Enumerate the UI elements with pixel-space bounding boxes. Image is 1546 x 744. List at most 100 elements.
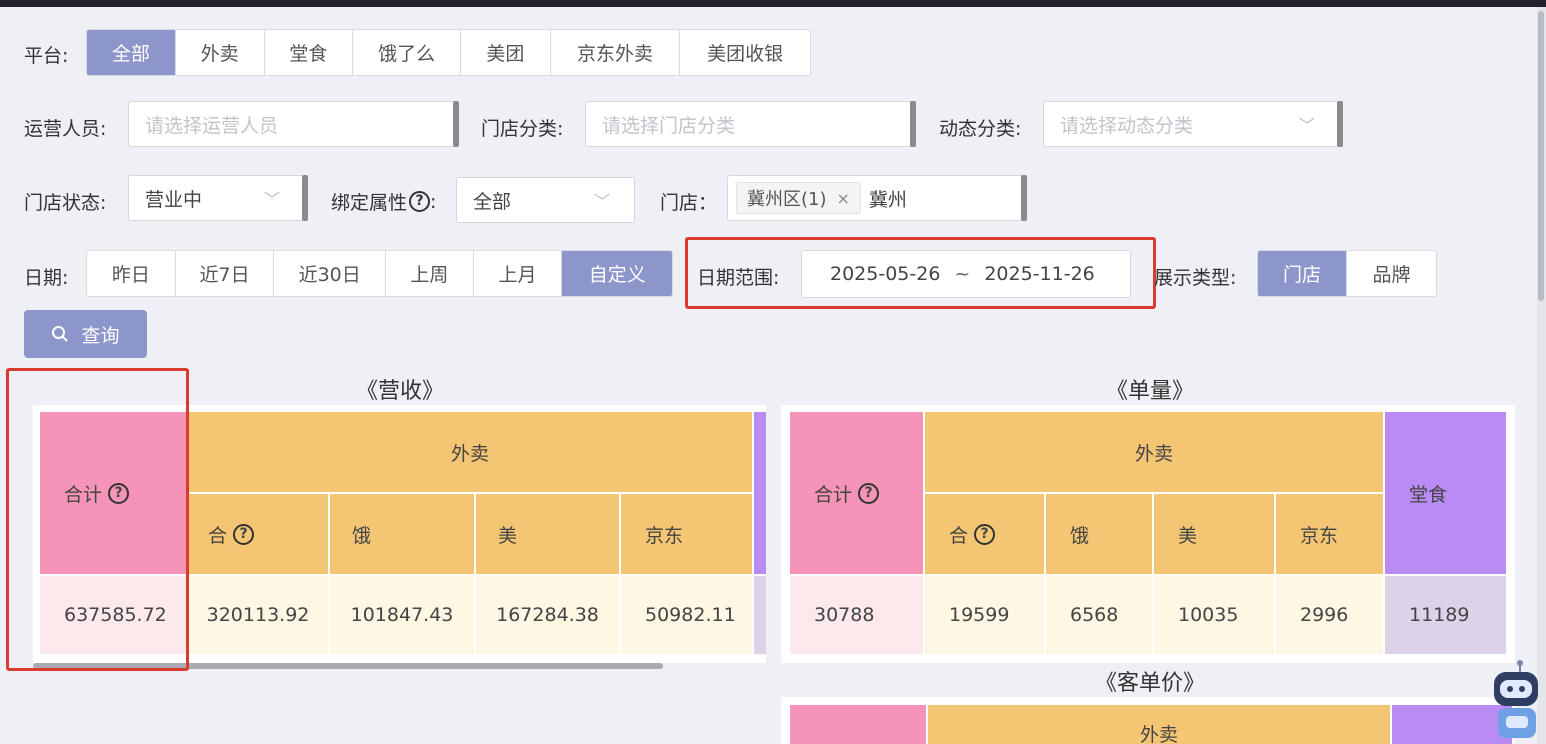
revenue-dine-header (754, 412, 766, 574)
binding-value: 全部 (473, 190, 512, 213)
avg-price-total-header (790, 705, 926, 744)
display-type-label: 展示类型: (1154, 267, 1237, 289)
binding-label-group: 绑定属性 ?: (331, 188, 436, 215)
chevron-down-icon: ﹀ (593, 192, 610, 211)
date-selector[interactable]: 昨日 近7日 近30日 上周 上月 自定义 (86, 250, 673, 297)
date-range-picker[interactable]: 2025-05-26 ~ 2025-11-26 (801, 250, 1131, 298)
robot-assistant-icon[interactable] (1484, 660, 1542, 744)
avg-price-table: 外卖 (781, 697, 1515, 744)
horizontal-scrollbar[interactable] (33, 663, 663, 669)
select-edge (453, 101, 459, 147)
platform-option-eleme[interactable]: 饿了么 (353, 30, 461, 75)
orders-value-jd: 2996 (1276, 576, 1383, 654)
revenue-value-total: 320113.92 (188, 576, 328, 654)
revenue-dine-value (754, 576, 766, 654)
chevron-down-icon: ﹀ (1298, 116, 1315, 135)
store-status-value: 营业中 (145, 188, 203, 211)
revenue-sub-header-eleme: 饿 (330, 494, 474, 574)
date-start[interactable]: 2025-05-26 (830, 263, 940, 285)
revenue-sub-header-meituan: 美 (476, 494, 619, 574)
close-icon[interactable]: × (837, 189, 850, 208)
revenue-title: 《营收》 (355, 379, 444, 404)
store-category-select[interactable]: 请选择门店分类 (585, 101, 916, 147)
operator-select[interactable]: 请选择运营人员 (128, 101, 459, 147)
revenue-total-header: 合计? (40, 412, 186, 574)
store-label: 门店： (660, 192, 718, 214)
orders-takeout-header: 外卖 (925, 412, 1383, 492)
store-select[interactable]: 冀州区(1) × 冀州 (727, 175, 1027, 221)
query-button-label: 查询 (81, 324, 120, 347)
orders-sub-header-total-label: 合 (949, 524, 969, 547)
date-label: 日期: (24, 267, 69, 289)
binding-select[interactable]: 全部 ﹀ (456, 177, 635, 223)
orders-value-meituan: 10035 (1154, 576, 1274, 654)
platform-option-dinein[interactable]: 堂食 (265, 30, 354, 75)
select-edge (1337, 101, 1343, 147)
vertical-scrollbar[interactable] (1537, 7, 1546, 744)
store-search-text[interactable]: 冀州 (869, 185, 907, 212)
scrollbar-thumb[interactable] (1538, 11, 1544, 301)
store-status-label: 门店状态: (24, 192, 107, 214)
platform-label: 平台: (24, 45, 69, 67)
question-icon[interactable]: ? (974, 523, 996, 545)
date-option-7d[interactable]: 近7日 (176, 251, 275, 296)
operator-placeholder: 请选择运营人员 (145, 114, 279, 137)
search-icon (52, 326, 69, 342)
date-separator: ~ (954, 263, 971, 285)
avg-price-takeout-header: 外卖 (928, 705, 1390, 744)
display-type-selector[interactable]: 门店 品牌 (1257, 250, 1437, 297)
orders-total-header: 合计? (790, 412, 923, 574)
orders-value-eleme: 6568 (1046, 576, 1152, 654)
dynamic-category-placeholder: 请选择动态分类 (1060, 114, 1194, 137)
revenue-value-meituan: 167284.38 (476, 576, 619, 654)
orders-sub-header-eleme: 饿 (1046, 494, 1152, 574)
revenue-value-jd: 50982.11 (621, 576, 752, 654)
binding-label: 绑定属性 (331, 192, 408, 214)
orders-total-value: 30788 (790, 576, 923, 654)
question-icon[interactable]: ? (409, 191, 431, 212)
query-button[interactable]: 查询 (24, 310, 147, 358)
operator-label: 运营人员: (24, 118, 107, 140)
date-range-label: 日期范围: (697, 267, 780, 289)
revenue-table: 合计? 外卖 合? 饿 美 京东 637585.72 320113.92 101… (33, 405, 766, 663)
orders-value-total: 19599 (925, 576, 1044, 654)
select-edge (302, 175, 308, 221)
date-option-last-month[interactable]: 上月 (474, 251, 563, 296)
display-option-brand[interactable]: 品牌 (1347, 251, 1436, 296)
revenue-sub-header-jd: 京东 (621, 494, 752, 574)
date-end[interactable]: 2025-11-26 (984, 263, 1094, 285)
revenue-takeout-header: 外卖 (188, 412, 752, 492)
revenue-value-eleme: 101847.43 (330, 576, 474, 654)
select-edge (910, 101, 916, 147)
date-option-custom[interactable]: 自定义 (562, 251, 672, 296)
store-status-select[interactable]: 营业中 ﹀ (128, 175, 308, 221)
platform-option-all[interactable]: 全部 (87, 30, 176, 75)
orders-dine-value: 11189 (1385, 576, 1506, 654)
orders-sub-header-meituan: 美 (1154, 494, 1274, 574)
orders-title: 《单量》 (1105, 379, 1194, 404)
date-option-last-week[interactable]: 上周 (386, 251, 474, 296)
platform-option-takeout[interactable]: 外卖 (176, 30, 265, 75)
question-icon[interactable]: ? (108, 482, 130, 504)
revenue-total-value: 637585.72 (40, 576, 186, 654)
store-tag: 冀州区(1) × (736, 182, 861, 214)
platform-option-meituan[interactable]: 美团 (461, 30, 551, 75)
orders-sub-header-jd: 京东 (1276, 494, 1383, 574)
store-category-placeholder: 请选择门店分类 (602, 114, 736, 137)
platform-selector[interactable]: 全部 外卖 堂食 饿了么 美团 京东外卖 美团收银 (86, 29, 811, 76)
orders-table: 合计? 外卖 堂食 合? 饿 美 京东 30788 19599 6568 100… (781, 405, 1515, 663)
orders-sub-header-total: 合? (925, 494, 1044, 574)
window-top-bar (0, 0, 1546, 7)
dynamic-category-select[interactable]: 请选择动态分类 ﹀ (1043, 101, 1343, 147)
date-option-30d[interactable]: 近30日 (274, 251, 386, 296)
question-icon[interactable]: ? (858, 482, 880, 504)
orders-total-header-label: 合计 (814, 483, 853, 506)
avg-price-title: 《客单价》 (1094, 671, 1205, 696)
display-option-store[interactable]: 门店 (1258, 251, 1347, 296)
dynamic-category-label: 动态分类: (939, 118, 1022, 140)
store-category-label: 门店分类: (481, 118, 564, 140)
date-option-yesterday[interactable]: 昨日 (87, 251, 176, 296)
platform-option-jd[interactable]: 京东外卖 (551, 30, 681, 75)
question-icon[interactable]: ? (233, 523, 255, 545)
platform-option-meituan-pos[interactable]: 美团收银 (680, 30, 810, 75)
